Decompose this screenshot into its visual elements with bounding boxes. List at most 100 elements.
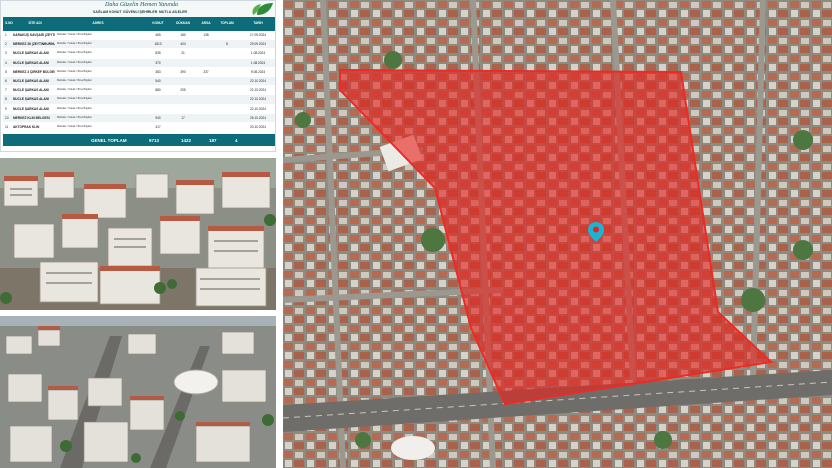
cell-c2: 180 xyxy=(180,33,186,37)
aerial-photo-1 xyxy=(0,158,276,310)
cell-date: 22.10.2024 xyxy=(250,97,266,102)
total-konut: 9713 xyxy=(149,137,160,143)
cell-no: 8 xyxy=(5,97,7,102)
cell-no: 10 xyxy=(5,115,9,120)
cell-address: Mahalle / Sokak / Bina Bilgileri xyxy=(57,60,92,64)
cell-address: Mahalle / Sokak / Bina Bilgileri xyxy=(57,51,92,55)
cell-c2: 17 xyxy=(181,115,185,120)
aerial-photo-1-image xyxy=(0,158,276,310)
satellite-map[interactable] xyxy=(283,0,832,468)
cell-address: Mahalle / Sokak / Bina Bilgileri xyxy=(57,42,92,46)
table-row: 9 NUCLE ŞARKAS ALANI Mahalle / Sokak / Bin… xyxy=(3,105,275,113)
total-toplam: 4 xyxy=(235,137,238,143)
cell-date: 9.08.2024 xyxy=(250,69,266,74)
table-row: 4 NUCLE ŞARKAS ALANI Mahalle / Sokak / Bin… xyxy=(3,58,275,67)
cell-name: NUCLE ŞARKAS ALANI xyxy=(13,51,49,56)
cell-name: MERKEZ 26 (ZEYTİNBURNU) xyxy=(13,42,55,47)
table-column-headers: S.NO SİTE ADI ADRES KONUT DÜKKAN ARSA TO… xyxy=(3,17,275,31)
subtitle-right: MUTLU AİLELER xyxy=(159,10,188,14)
col-name: SİTE ADI xyxy=(28,21,42,25)
table-row: 2 MERKEZ 26 (ZEYTİNBURNU) Mahalle / Sokak … xyxy=(3,40,275,49)
total-label: GENEL TOPLAM xyxy=(91,137,127,143)
col-date: TARİH xyxy=(253,21,263,25)
subtitle-mid: GÜVENLİ ŞEHİRLER xyxy=(123,10,158,14)
col-dukkan: DÜKKAN xyxy=(176,21,190,25)
cell-name: AKTOPRAK KLİN xyxy=(13,125,40,129)
cell-date: 22.10.2024 xyxy=(250,88,266,93)
cell-no: 3 xyxy=(5,51,7,56)
table-row: 5 MERKEZ 3 ÇİRKEF BÖLGESİ Mahalle / Sokak … xyxy=(3,68,275,76)
cell-name: NUCLE ŞARKAS ALANI xyxy=(13,60,49,65)
cell-address: Mahalle / Sokak / Bina Bilgileri xyxy=(57,97,92,101)
total-row: GENEL TOPLAM 9713 1422 187 4 xyxy=(3,134,275,146)
cell-date: 1.08.2024 xyxy=(250,60,266,65)
cell-no: 1 xyxy=(5,33,7,37)
table-row: 11 AKTOPRAK KLİN Mahalle / Sokak / Bina Bi… xyxy=(3,123,275,131)
cell-name: NUCLE ŞARKAS ALANI xyxy=(13,88,49,93)
cell-c2: 390 xyxy=(180,69,186,74)
cell-c1: 835 xyxy=(155,51,161,56)
cell-c1: 540 xyxy=(155,79,161,83)
table-body: 1KARAKUŞ KAVŞAĞI (ZEYTİNBURNU)Mahalle / … xyxy=(1,31,275,133)
cell-c1: 1813 xyxy=(154,42,162,47)
cell-c1: 940 xyxy=(155,115,161,120)
cell-c1: 465 xyxy=(155,33,161,37)
total-arsa: 187 xyxy=(209,137,217,143)
col-no: S.NO xyxy=(5,21,13,25)
cell-address: Mahalle / Sokak / Bina Bilgileri xyxy=(57,106,92,110)
cell-date: 29.09.2024 xyxy=(250,42,266,47)
cell-c2: 404 xyxy=(180,42,186,47)
cell-no: 9 xyxy=(5,106,7,111)
cell-date: 22.10.2024 xyxy=(250,79,266,83)
cell-date: 20.10.2024 xyxy=(250,125,266,129)
cell-c2: 205 xyxy=(180,88,186,93)
cell-address: Mahalle / Sokak / Bina Bilgileri xyxy=(57,69,92,73)
satellite-map-image xyxy=(283,0,832,468)
aerial-photo-2-image xyxy=(0,316,276,468)
cell-c2: 21 xyxy=(181,51,185,56)
aerial-photo-2 xyxy=(0,316,276,468)
col-address: ADRES xyxy=(92,21,104,25)
cell-date: 22.10.2024 xyxy=(250,106,266,111)
cell-c3: 138 xyxy=(203,33,209,37)
col-toplam: TOPLAM xyxy=(220,21,234,25)
table-row: 8 NUCLE ŞARKAS ALANI Mahalle / Sokak / Bin… xyxy=(3,95,275,104)
cell-name: MERKEZ KLIN BELGESİ xyxy=(13,115,50,120)
cell-c1: 383 xyxy=(155,69,161,74)
slogan: Daha Güzelin Hemen Yanında xyxy=(105,2,178,8)
cell-no: 6 xyxy=(5,79,7,83)
cell-no: 5 xyxy=(5,69,7,74)
cell-c4: 8 xyxy=(226,42,228,47)
cell-date: 25.10.2024 xyxy=(250,115,266,120)
cell-name: NUCLE ŞARKAS ALANI xyxy=(13,97,49,102)
cell-name: MERKEZ 3 ÇİRKEF BÖLGESİ xyxy=(13,69,55,74)
leaf-logo-icon xyxy=(252,3,273,15)
cell-no: 7 xyxy=(5,88,7,93)
subtitle-left: SAĞLAM KONUT xyxy=(93,10,122,14)
project-table-panel: Daha Güzelin Hemen Yanında SAĞLAM KONUT … xyxy=(0,0,276,152)
table-row: 10 MERKEZ KLIN BELGESİ Mahalle / Sokak / B… xyxy=(3,113,275,122)
cell-address: Mahalle / Sokak / Bina Bilgileri xyxy=(57,79,92,82)
cell-date: 17.09.2024 xyxy=(250,33,266,37)
cell-no: 11 xyxy=(5,125,9,129)
cell-c1: 417 xyxy=(155,125,161,129)
cell-c3: 237 xyxy=(203,69,209,74)
cell-name: NUCLE ŞARKAS ALANI xyxy=(13,106,49,111)
cell-c1: 370 xyxy=(155,60,161,65)
cell-date: 1.08.2024 xyxy=(250,51,266,56)
cell-name: KARAKUŞ KAVŞAĞI (ZEYTİNBURNU) xyxy=(13,33,55,37)
table-row: 3 NUCLE ŞARKAS ALANI Mahalle / Sokak / Bin… xyxy=(3,49,275,57)
table-row: 7 NUCLE ŞARKAS ALANI Mahalle / Sokak / Bin… xyxy=(3,86,275,94)
col-konut: KONUT xyxy=(152,21,164,25)
table-row: 1 KARAKUŞ KAVŞAĞI (ZEYTİNBURNU)Mahalle / … xyxy=(3,31,275,39)
cell-address: Mahalle / Sokak / Bina Bilgileri xyxy=(57,33,92,36)
cell-address: Mahalle / Sokak / Bina Bilgileri xyxy=(57,115,92,119)
col-arsa: ARSA xyxy=(201,21,211,25)
cell-no: 4 xyxy=(5,60,7,65)
cell-name: NUCLE ŞARKAS ALANI xyxy=(13,79,49,83)
cell-address: Mahalle / Sokak / Bina Bilgileri xyxy=(57,88,92,92)
cell-address: Mahalle / Sokak / Bina Bilgileri xyxy=(57,125,92,128)
table-row: 6 NUCLE ŞARKAS ALANI Mahalle / Sokak / Bin… xyxy=(3,77,275,86)
cell-no: 2 xyxy=(5,42,7,47)
total-dukkan: 1422 xyxy=(181,137,192,143)
